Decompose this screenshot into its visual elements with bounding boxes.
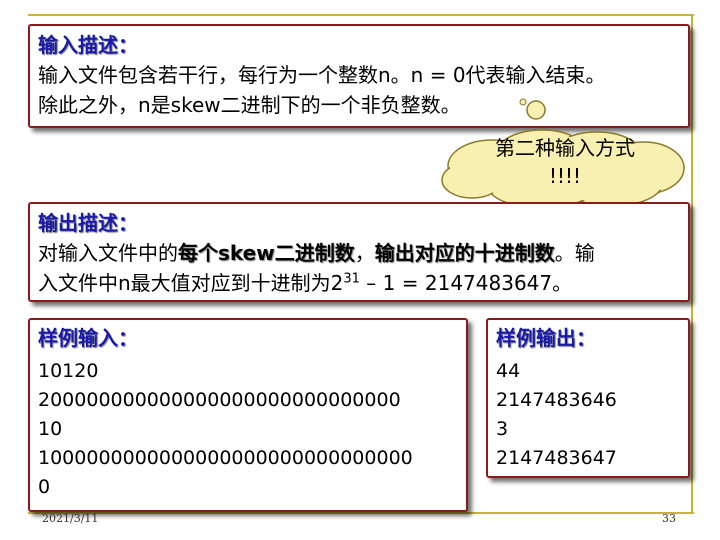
callout-line-1: 第二种输入方式 [495,136,635,160]
right-rule [691,14,693,514]
bottom-rule [28,512,694,514]
output-line-2: 入文件中n最大值对应到十进制为231 – 1 = 2147483647。 [38,268,680,298]
footer-date: 2021/3/11 [42,512,99,525]
output-line-2-prefix: 入文件中n最大值对应到十进制为2 [38,271,344,295]
sample-input-line: 1000000000000000000000000000000 [38,447,413,469]
sample-output-line: 3 [496,418,509,440]
output-line-2-suffix: – 1 = 2147483647。 [359,271,573,295]
sample-input-line: 0 [38,476,51,498]
output-exponent: 31 [343,271,360,287]
sample-input-line: 10 [38,418,63,440]
output-suffix: 。输 [554,241,595,265]
output-bold-2: 输出对应的十进制数 [374,241,555,265]
output-heading: 输出描述： [38,211,138,235]
input-heading: 输入描述： [38,33,138,57]
output-prefix: 对输入文件中的 [38,241,178,265]
sample-input-line: 10120 [38,360,99,382]
sample-output-heading: 样例输出： [496,326,596,350]
output-line-1: 对输入文件中的每个skew二进制数，输出对应的十进制数。输 [38,238,680,268]
sample-output-line: 44 [496,360,521,382]
callout-line-2: !!!! [548,164,582,188]
output-comma: ， [354,241,375,265]
sample-output-line: 2147483646 [496,389,617,411]
input-description-box: 输入描述： 输入文件包含若干行，每行为一个整数n。n = 0代表输入结束。 除此… [28,24,690,128]
sample-output-lines: 44 2147483646 3 2147483647 [496,357,680,473]
sample-input-line: 200000000000000000000000000000 [38,389,401,411]
sample-input-lines: 10120 200000000000000000000000000000 10 100… [38,357,458,502]
output-bold-1: 每个skew二进制数 [178,241,355,265]
footer-page-number: 33 [662,512,676,525]
top-rule [28,14,694,16]
sample-input-heading: 样例输入： [38,326,138,350]
input-line-1: 输入文件包含若干行，每行为一个整数n。n = 0代表输入结束。 [38,63,606,87]
output-description-box: 输出描述： 对输入文件中的每个skew二进制数，输出对应的十进制数。输 入文件中… [28,202,690,302]
input-line-2: 除此之外，n是skew二进制下的一个非负整数。 [38,93,461,117]
sample-output-line: 2147483647 [496,447,617,469]
cloud-callout-text: 第二种输入方式 !!!! [432,134,698,190]
sample-input-box: 样例输入： 10120 20000000000000000000000000000… [28,318,468,512]
cloud-tail-bubble [519,98,546,120]
sample-output-box: 样例输出： 44 2147483646 3 2147483647 [486,318,690,478]
